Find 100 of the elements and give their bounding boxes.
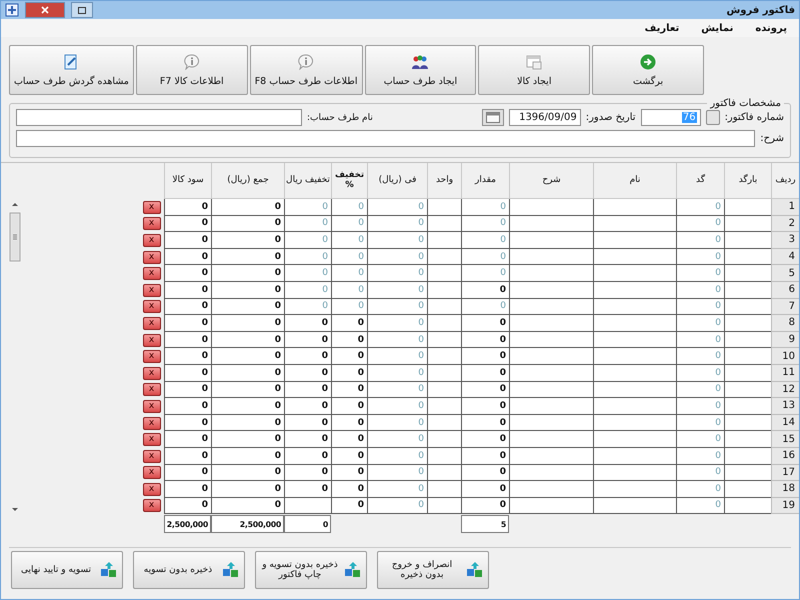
delete-row-button[interactable]: x — [142, 284, 160, 297]
table-cell[interactable] — [509, 382, 593, 398]
table-cell[interactable] — [427, 199, 461, 216]
table-cell[interactable] — [427, 315, 461, 332]
table-cell[interactable] — [427, 398, 461, 415]
table-cell[interactable]: 0 — [331, 332, 367, 348]
table-cell[interactable]: 0 — [164, 498, 211, 514]
delete-row-button[interactable]: x — [142, 316, 160, 330]
table-cell[interactable] — [724, 364, 771, 382]
table-cell[interactable] — [427, 298, 461, 316]
table-cell[interactable]: 0 — [164, 448, 211, 464]
table-cell[interactable] — [427, 332, 461, 348]
delete-row-button[interactable]: x — [142, 466, 160, 480]
delete-row-button[interactable]: x — [142, 217, 160, 230]
table-cell[interactable] — [509, 414, 593, 432]
delete-row-button[interactable]: x — [142, 200, 160, 214]
table-cell[interactable] — [593, 248, 676, 266]
menu-item[interactable]: نمایش — [701, 22, 734, 34]
table-cell[interactable]: 0 — [331, 315, 367, 332]
close-button[interactable] — [25, 2, 65, 18]
table-cell[interactable] — [593, 382, 676, 398]
table-cell[interactable]: 0 — [284, 464, 331, 482]
table-cell[interactable]: 0 — [164, 348, 211, 365]
table-cell[interactable]: 0 — [284, 481, 331, 498]
table-cell[interactable] — [427, 481, 461, 498]
delete-row-button[interactable]: x — [142, 416, 160, 430]
table-cell[interactable] — [593, 364, 676, 382]
table-cell[interactable]: 0 — [331, 431, 367, 448]
table-cell[interactable]: 0 — [164, 232, 211, 249]
table-cell[interactable]: 0 — [164, 431, 211, 448]
table-cell[interactable]: 0 — [164, 398, 211, 415]
delete-row-button[interactable]: x — [142, 400, 160, 413]
table-cell[interactable]: 0 — [211, 265, 284, 282]
date-field[interactable]: 1396/09/09 — [508, 109, 581, 126]
toolbar-button[interactable]: ایجاد طرف حساب — [364, 45, 476, 95]
table-cell[interactable] — [593, 315, 676, 332]
table-cell[interactable] — [593, 348, 676, 365]
table-cell[interactable] — [509, 265, 593, 282]
table-cell[interactable] — [593, 332, 676, 348]
table-cell[interactable]: 0 — [461, 431, 509, 448]
table-cell[interactable]: 0 — [164, 414, 211, 432]
table-cell[interactable] — [724, 398, 771, 415]
table-cell[interactable]: 0 — [331, 481, 367, 498]
table-cell[interactable] — [593, 448, 676, 464]
calendar-button[interactable] — [482, 109, 504, 126]
table-cell[interactable]: 0 — [164, 364, 211, 382]
table-cell[interactable]: 0 — [211, 282, 284, 299]
table-cell[interactable] — [509, 216, 593, 232]
toolbar-button[interactable]: مشاهده گردش طرف حساب — [8, 45, 134, 95]
table-cell[interactable] — [509, 298, 593, 316]
table-cell[interactable] — [509, 448, 593, 464]
table-cell[interactable] — [724, 232, 771, 249]
table-cell[interactable]: 0 — [284, 414, 331, 432]
table-cell[interactable]: 0 — [211, 481, 284, 498]
table-cell[interactable] — [509, 348, 593, 365]
table-cell[interactable] — [724, 498, 771, 514]
table-cell[interactable] — [593, 282, 676, 299]
table-cell[interactable] — [724, 348, 771, 365]
table-cell[interactable] — [724, 216, 771, 232]
table-cell[interactable]: 0 — [164, 332, 211, 348]
table-cell[interactable]: 0 — [331, 498, 367, 514]
table-cell[interactable]: 0 — [284, 398, 331, 415]
table-cell[interactable]: 0 — [461, 364, 509, 382]
table-cell[interactable]: 0 — [164, 265, 211, 282]
table-cell[interactable]: 0 — [211, 498, 284, 514]
action-button[interactable]: ذخیره بدون تسویه — [133, 551, 245, 589]
table-cell[interactable]: 0 — [461, 315, 509, 332]
table-cell[interactable] — [509, 464, 593, 482]
table-cell[interactable]: 0 — [461, 498, 509, 514]
table-cell[interactable]: 0 — [164, 298, 211, 316]
table-cell[interactable] — [724, 248, 771, 266]
table-cell[interactable] — [427, 248, 461, 266]
table-cell[interactable] — [593, 232, 676, 249]
table-cell[interactable]: 0 — [284, 315, 331, 332]
delete-row-button[interactable]: x — [142, 250, 160, 264]
description-field[interactable] — [16, 130, 756, 147]
table-cell[interactable] — [427, 414, 461, 432]
picker-button[interactable] — [706, 110, 720, 125]
table-cell[interactable]: 0 — [164, 248, 211, 266]
table-cell[interactable] — [724, 332, 771, 348]
table-cell[interactable] — [593, 398, 676, 415]
action-button[interactable]: ذخیره بدون تسویه و چاپ فاکتور — [255, 551, 367, 589]
table-cell[interactable] — [427, 265, 461, 282]
table-cell[interactable] — [509, 282, 593, 299]
table-cell[interactable]: 0 — [164, 315, 211, 332]
table-cell[interactable] — [509, 232, 593, 249]
table-cell[interactable]: 0 — [211, 199, 284, 216]
table-cell[interactable]: 0 — [211, 216, 284, 232]
table-cell[interactable]: 0 — [211, 364, 284, 382]
table-cell[interactable] — [509, 332, 593, 348]
table-cell[interactable]: 0 — [461, 282, 509, 299]
table-cell[interactable]: 0 — [331, 382, 367, 398]
table-cell[interactable]: 0 — [331, 364, 367, 382]
delete-row-button[interactable]: x — [142, 300, 160, 314]
table-cell[interactable] — [427, 364, 461, 382]
table-cell[interactable]: 0 — [284, 448, 331, 464]
toolbar-button[interactable]: اطلاعات طرف حساب F8 — [250, 45, 363, 95]
table-cell[interactable]: 0 — [461, 382, 509, 398]
table-cell[interactable]: 0 — [211, 414, 284, 432]
table-cell[interactable] — [427, 464, 461, 482]
